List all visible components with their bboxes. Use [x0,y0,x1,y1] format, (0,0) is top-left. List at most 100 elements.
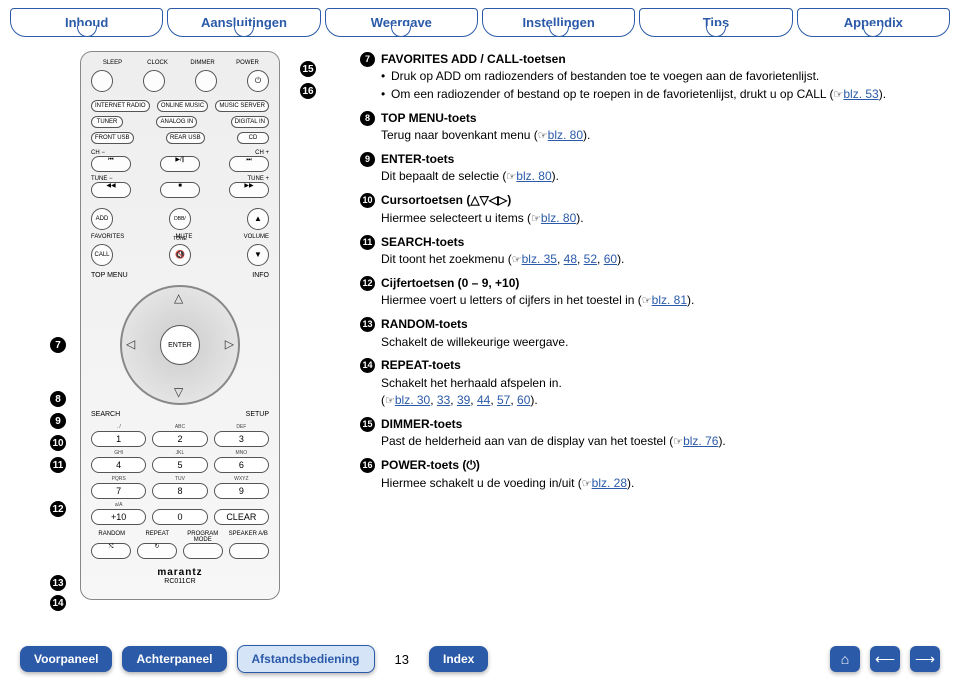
analog-in-button: ANALOG IN [156,116,197,128]
brand-label: marantz [91,567,269,578]
link-blz53[interactable]: blz. 53 [843,87,878,101]
key-1: 1 [91,431,146,447]
hand-icon: ☞ [582,478,592,490]
link-blz76[interactable]: blz. 76 [683,434,718,448]
link-blz39[interactable]: 39 [457,393,470,407]
repeat-button: ↻ [137,543,177,559]
foot-achterpaneel[interactable]: Achterpaneel [122,646,226,672]
prev-page-icon[interactable]: ⟵ [870,646,900,672]
desc7-title: FAVORITES ADD / CALL-toetsen [381,51,566,68]
hand-icon: ☞ [531,213,541,225]
stop-button: ■ [160,182,200,198]
desc13-body: Schakelt de willekeurige weergave. [381,334,940,351]
link-blz35[interactable]: blz. 35 [522,252,557,266]
cd-button: CD [237,132,269,144]
key-clear: CLEAR [214,509,269,525]
link-blz48[interactable]: 48 [564,252,577,266]
speaker-ab-button [229,543,269,559]
desc14-title: REPEAT-toets [381,357,461,374]
tab-tips[interactable]: Tips [639,8,792,37]
badge-10: 10 [360,193,375,208]
tab-instellingen[interactable]: Instellingen [482,8,635,37]
fast-forward-button: ▶▶ [229,182,269,198]
front-usb-button: FRONT USB [91,132,134,144]
badge-11: 11 [360,235,375,250]
remote-label-clock: CLOCK [136,60,179,66]
online-music-button: ONLINE MUSIC [157,100,208,112]
link-blz33[interactable]: 33 [437,393,450,407]
link-blz28[interactable]: blz. 28 [592,476,627,490]
key-3: 3 [214,431,269,447]
badge-16: 16 [360,458,375,473]
callout-16: 16 [300,83,316,99]
rewind-button: ◀◀ [91,182,131,198]
program-mode-button [183,543,223,559]
call-button: CALL [91,244,113,266]
top-menu-label: TOP MENU [91,272,128,279]
tab-weergave[interactable]: Weergave [325,8,478,37]
cursor-left-icon: ◁ [126,337,135,351]
home-icon[interactable]: ⌂ [830,646,860,672]
remote-label-dimmer: DIMMER [181,60,224,66]
tab-aansluitingen[interactable]: Aansluitingen [167,8,320,37]
link-blz60a[interactable]: 60 [604,252,617,266]
favorites-label: FAVORITES [91,234,124,240]
clock-button [143,70,165,92]
hand-icon: ☞ [538,130,548,142]
info-label: INFO [252,272,269,279]
desc12-title: Cijfertoetsen (0 – 9, +10) [381,275,519,292]
link-blz80b[interactable]: blz. 80 [516,169,551,183]
volume-down-button: ▼ [247,244,269,266]
badge-9: 9 [360,152,375,167]
foot-afstandsbediening[interactable]: Afstandsbediening [237,645,375,673]
search-label: SEARCH [91,411,120,418]
callout-7: 7 [50,337,66,353]
link-blz30[interactable]: blz. 30 [395,393,430,407]
desc8-title: TOP MENU-toets [381,110,477,127]
foot-index[interactable]: Index [429,646,488,672]
foot-voorpaneel[interactable]: Voorpaneel [20,646,112,672]
badge-7: 7 [360,52,375,67]
random-button: ⤭ [91,543,131,559]
link-blz60b[interactable]: 60 [517,393,530,407]
link-blz81[interactable]: blz. 81 [652,293,687,307]
hand-icon: ☞ [385,395,395,407]
sleep-button [91,70,113,92]
link-blz80c[interactable]: blz. 80 [541,211,576,225]
power-button: ⏻ [247,70,269,92]
next-page-icon[interactable]: ⟶ [910,646,940,672]
hand-icon: ☞ [673,436,683,448]
program-mode-label: PROGRAM MODE [182,531,224,543]
add-button: ADD [91,208,113,230]
music-server-button: MUSIC SERVER [215,100,269,112]
next-track-button: ⏭ [229,156,269,172]
key-0: 0 [152,509,207,525]
tuner-button: TUNER [91,116,123,128]
link-blz57[interactable]: 57 [497,393,510,407]
callout-15: 15 [300,61,316,77]
badge-12: 12 [360,276,375,291]
dbb-tone-button: DBB/ TONE [169,208,191,230]
remote-control-diagram: SLEEP CLOCK DIMMER POWER ⏻ INTERNET RADI… [80,51,280,600]
dimmer-button [195,70,217,92]
link-blz44[interactable]: 44 [477,393,490,407]
description-column: 7FAVORITES ADD / CALL-toetsen Druk op AD… [360,51,940,581]
desc13-title: RANDOM-toets [381,316,468,333]
number-pad: . /1 ABC2 DEF3 GHI4 JKL5 MNO6 PQRS7 TUV8… [91,424,269,525]
volume-label: VOLUME [244,234,269,240]
cursor-up-icon: △ [174,291,183,305]
setup-label: SETUP [246,411,269,418]
model-label: RC011CR [91,578,269,585]
link-blz80a[interactable]: blz. 80 [548,128,583,142]
callout-12: 12 [50,501,66,517]
tab-appendix[interactable]: Appendix [797,8,950,37]
link-blz52[interactable]: 52 [584,252,597,266]
speaker-ab-label: SPEAKER A/B [228,531,270,543]
badge-15: 15 [360,417,375,432]
cursor-down-icon: ▽ [174,385,183,399]
top-nav: Inhoud Aansluitingen Weergave Instelling… [0,0,960,41]
internet-radio-button: INTERNET RADIO [91,100,150,112]
tab-inhoud[interactable]: Inhoud [10,8,163,37]
desc9-title: ENTER-toets [381,151,454,168]
mute-button: 🔇 [169,244,191,266]
